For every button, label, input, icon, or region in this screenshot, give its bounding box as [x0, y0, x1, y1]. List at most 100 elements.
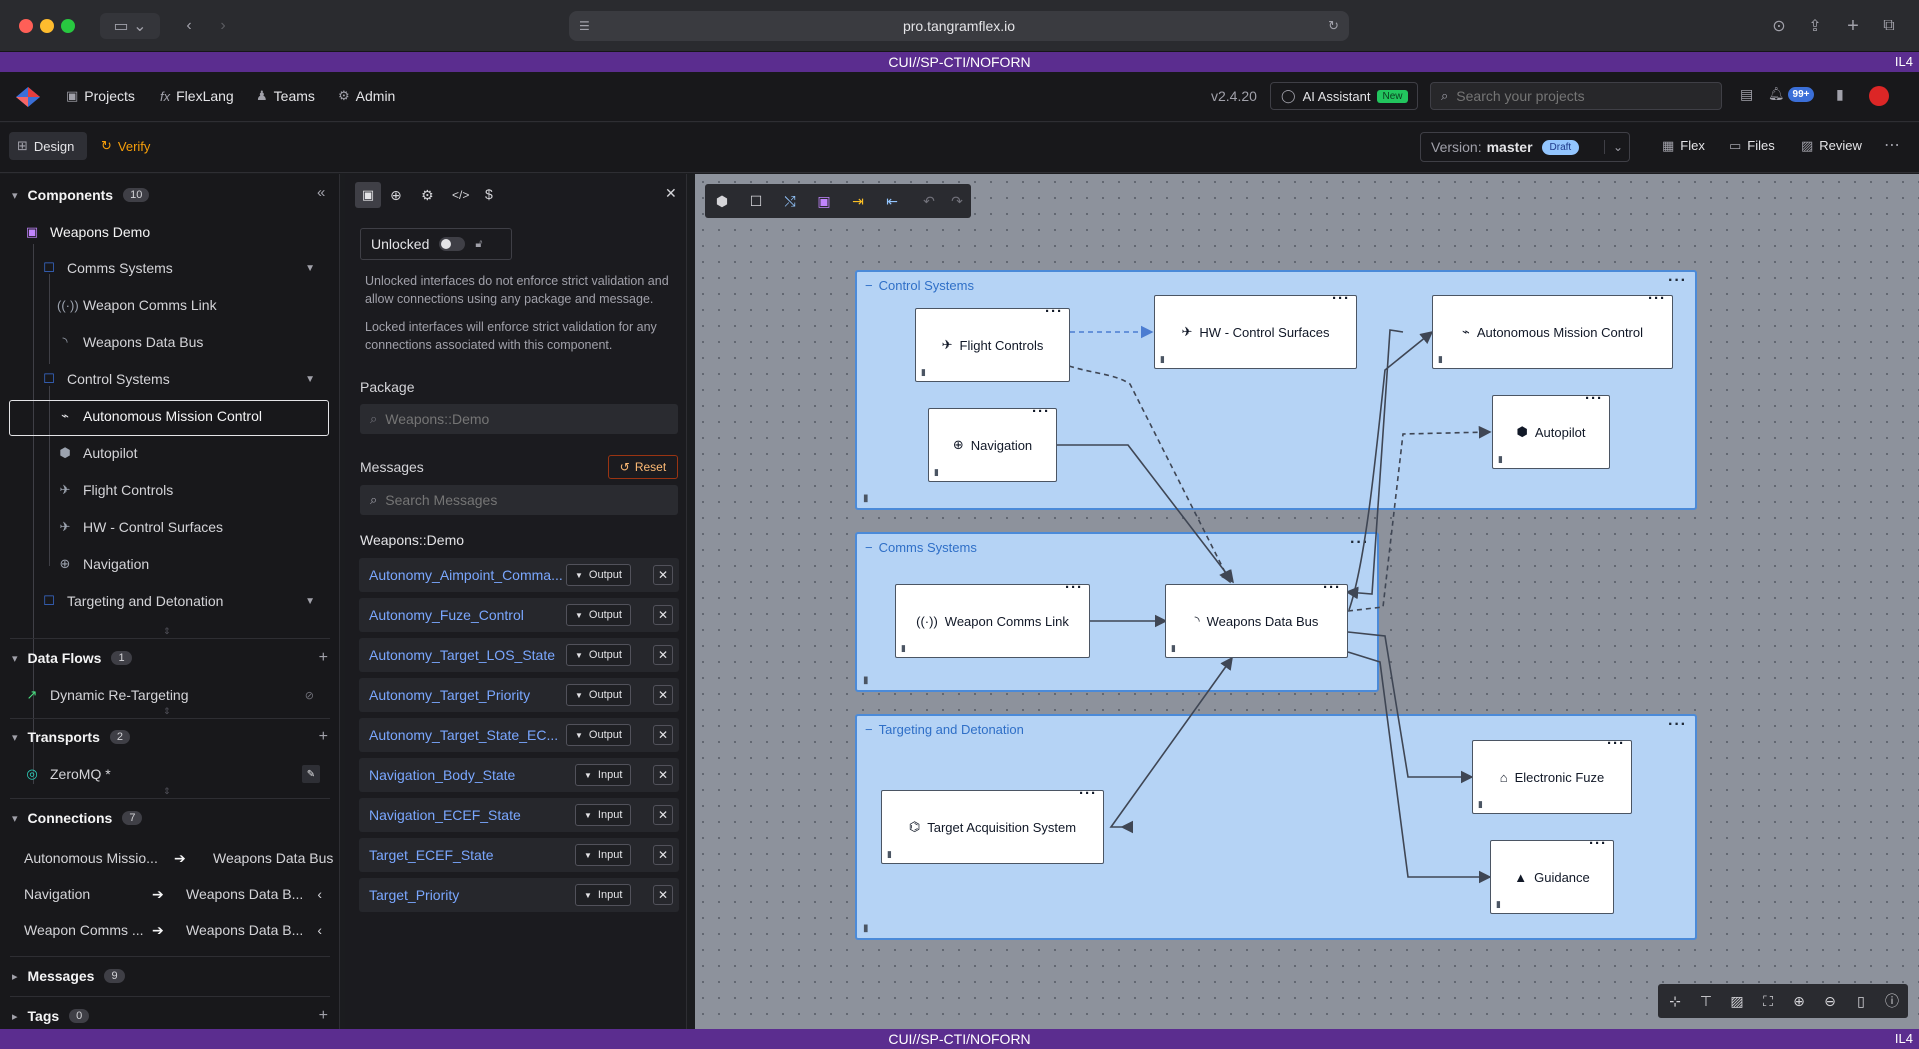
- page-settings-icon[interactable]: ☰: [579, 19, 590, 33]
- link-bus-autopilot[interactable]: [1347, 425, 1492, 612]
- project-search[interactable]: ⌕: [1430, 82, 1722, 110]
- globe-tab-icon[interactable]: ⊕: [390, 187, 402, 204]
- chevron-down-icon[interactable]: ⌄: [1603, 140, 1623, 154]
- tree-item-hw-control-surfaces[interactable]: ✈ HW - Control Surfaces: [57, 519, 224, 535]
- map-icon[interactable]: ▯: [1847, 987, 1875, 1015]
- nav-teams[interactable]: ♟ Teams: [256, 88, 315, 104]
- dataflows-section-header[interactable]: ▾ Data Flows 1 +: [12, 649, 328, 667]
- zoom-in-icon[interactable]: ⊕: [1785, 987, 1813, 1015]
- add-tag-icon[interactable]: +: [319, 1007, 328, 1025]
- design-canvas[interactable]: ⬢ ☐ ⤭ ▣ ⇥ ⇤ ↶ ↷ − Control Systems ··· ▮ −…: [695, 174, 1919, 1029]
- more-options-icon[interactable]: ⋯: [1884, 135, 1900, 155]
- chevron-left-icon[interactable]: ‹: [317, 922, 322, 938]
- resize-handle-icon[interactable]: ⇕: [163, 626, 171, 637]
- node-menu-icon[interactable]: ···: [1032, 403, 1050, 420]
- nav-admin[interactable]: ⚙ Admin: [338, 88, 395, 104]
- url-bar[interactable]: ☰ pro.tangramflex.io ↻: [569, 11, 1349, 41]
- message-search-input[interactable]: [385, 492, 656, 508]
- message-row[interactable]: Autonomy_Aimpoint_Comma... ▼ Output ✕: [359, 558, 679, 592]
- zoom-out-icon[interactable]: ⊖: [1816, 987, 1844, 1015]
- sidebar-toggle-icon[interactable]: ▭ ⌄: [100, 13, 160, 39]
- tree-item-navigation[interactable]: ⊕ Navigation: [57, 556, 150, 572]
- direction-select[interactable]: ▼ Output: [566, 604, 631, 626]
- remove-message-icon[interactable]: ✕: [653, 845, 673, 865]
- node-hw-control-surfaces[interactable]: ✈ HW - Control Surfaces ··· ▮: [1154, 290, 1357, 369]
- share-icon[interactable]: ⇪: [1802, 13, 1828, 39]
- message-row[interactable]: Autonomy_Fuze_Control ▼ Output ✕: [359, 598, 679, 632]
- minimize-window-button[interactable]: [40, 19, 54, 33]
- fit-view-icon[interactable]: ⛶: [1754, 987, 1782, 1015]
- user-avatar[interactable]: [1869, 86, 1889, 106]
- edit-icon[interactable]: ✎: [302, 765, 320, 783]
- package-input[interactable]: [385, 411, 656, 427]
- node-electronic-fuze[interactable]: ⌂ Electronic Fuze ··· ▮: [1472, 735, 1632, 814]
- message-row[interactable]: Navigation_ECEF_State ▼ Input ✕: [359, 798, 679, 832]
- caret-down-icon[interactable]: ▼: [305, 263, 315, 274]
- connection-row[interactable]: Autonomous Missio... ➔ Weapons Data Bus: [24, 850, 340, 870]
- message-name[interactable]: Autonomy_Fuze_Control: [369, 607, 569, 623]
- direction-select[interactable]: ▼ Input: [575, 764, 632, 786]
- downloads-icon[interactable]: ⊙: [1766, 13, 1792, 39]
- collapse-panel-icon[interactable]: «: [317, 184, 325, 201]
- tree-project[interactable]: ▣ Weapons Demo: [24, 224, 150, 240]
- lock-toggle[interactable]: Unlocked 🔓︎: [360, 228, 512, 260]
- transports-section-header[interactable]: ▾ Transports 2 +: [12, 728, 328, 746]
- add-dataflow-icon[interactable]: +: [319, 649, 328, 667]
- resize-handle-icon[interactable]: ⇕: [163, 786, 171, 797]
- connections-section-header[interactable]: ▾ Connections 7: [12, 810, 143, 826]
- dollar-tab-icon[interactable]: $: [485, 186, 493, 202]
- tree-layout-icon[interactable]: ⊤: [1692, 987, 1720, 1015]
- messages-section-header[interactable]: ▸ Messages 9: [12, 968, 125, 984]
- interface-tab-icon[interactable]: ▣: [355, 182, 381, 208]
- node-menu-icon[interactable]: ···: [1648, 290, 1666, 307]
- message-name[interactable]: Autonomy_Target_State_EC...: [369, 727, 569, 743]
- link-nav-bus[interactable]: [1056, 444, 1234, 584]
- transport-item[interactable]: ◎ ZeroMQ * ✎: [24, 765, 320, 783]
- remove-message-icon[interactable]: ✕: [653, 805, 673, 825]
- message-name[interactable]: Autonomy_Target_LOS_State: [369, 647, 569, 663]
- tree-item-flight-controls[interactable]: ✈ Flight Controls: [57, 482, 174, 498]
- files-button[interactable]: ▭ Files: [1729, 138, 1775, 154]
- resize-handle-icon[interactable]: ⇕: [163, 706, 171, 717]
- add-transport-icon[interactable]: +: [319, 728, 328, 746]
- message-name[interactable]: Autonomy_Aimpoint_Comma...: [369, 567, 569, 583]
- tree-item-weapon-comms-link[interactable]: ((·)) Weapon Comms Link: [57, 297, 217, 313]
- direction-select[interactable]: ▼ Input: [575, 884, 632, 906]
- direction-select[interactable]: ▼ Output: [566, 644, 631, 666]
- message-row[interactable]: Target_Priority ▼ Input ✕: [359, 878, 679, 912]
- direction-select[interactable]: ▼ Output: [566, 684, 631, 706]
- tree-item-autonomous-mission-control[interactable]: ⌁ Autonomous Mission Control: [57, 408, 262, 424]
- node-weapons-data-bus[interactable]: ◝ Weapons Data Bus ··· ▮: [1165, 579, 1348, 658]
- message-name[interactable]: Target_Priority: [369, 887, 569, 903]
- message-name[interactable]: Navigation_Body_State: [369, 767, 569, 783]
- review-button[interactable]: ▨ Review: [1801, 138, 1862, 154]
- node-menu-icon[interactable]: ···: [1332, 290, 1350, 307]
- layout-icon[interactable]: ⊹: [1661, 987, 1689, 1015]
- caret-down-icon[interactable]: ▼: [305, 596, 315, 607]
- node-target-acquisition-system[interactable]: ⌬ Target Acquisition System ··· ▮: [881, 785, 1104, 864]
- tree-item-comms-systems[interactable]: ☐ Comms Systems ▼: [41, 260, 321, 276]
- node-navigation[interactable]: ⊕ Navigation ··· ▮: [928, 403, 1057, 482]
- node-menu-icon[interactable]: ···: [1079, 785, 1097, 802]
- book-icon[interactable]: ▮: [1836, 86, 1844, 103]
- design-tab[interactable]: ⊞ Design: [9, 132, 87, 160]
- remove-message-icon[interactable]: ✕: [653, 765, 673, 785]
- code-tab-icon[interactable]: </>: [452, 188, 469, 202]
- direction-select[interactable]: ▼ Input: [575, 844, 632, 866]
- link-tas-bus[interactable]: [1109, 656, 1233, 834]
- message-search[interactable]: ⌕: [360, 485, 678, 515]
- info-icon[interactable]: ⓘ: [1878, 987, 1906, 1015]
- message-row[interactable]: Navigation_Body_State ▼ Input ✕: [359, 758, 679, 792]
- node-menu-icon[interactable]: ···: [1589, 835, 1607, 852]
- nav-projects[interactable]: ▣ Projects: [66, 88, 135, 104]
- dataflow-item[interactable]: ↗ Dynamic Re-Targeting ⊘: [24, 687, 314, 703]
- maximize-window-button[interactable]: [61, 19, 75, 33]
- node-flight-controls[interactable]: ✈ Flight Controls ··· ▮: [915, 303, 1070, 382]
- settings-tab-icon[interactable]: ⚙: [421, 187, 434, 204]
- direction-select[interactable]: ▼ Input: [575, 804, 632, 826]
- node-menu-icon[interactable]: ···: [1045, 303, 1063, 320]
- tree-item-targeting-detonation[interactable]: ☐ Targeting and Detonation ▼: [41, 593, 321, 609]
- back-icon[interactable]: ‹: [176, 13, 202, 39]
- ai-assistant-button[interactable]: ◯ AI Assistant New: [1270, 82, 1418, 110]
- image-icon[interactable]: ▨: [1723, 987, 1751, 1015]
